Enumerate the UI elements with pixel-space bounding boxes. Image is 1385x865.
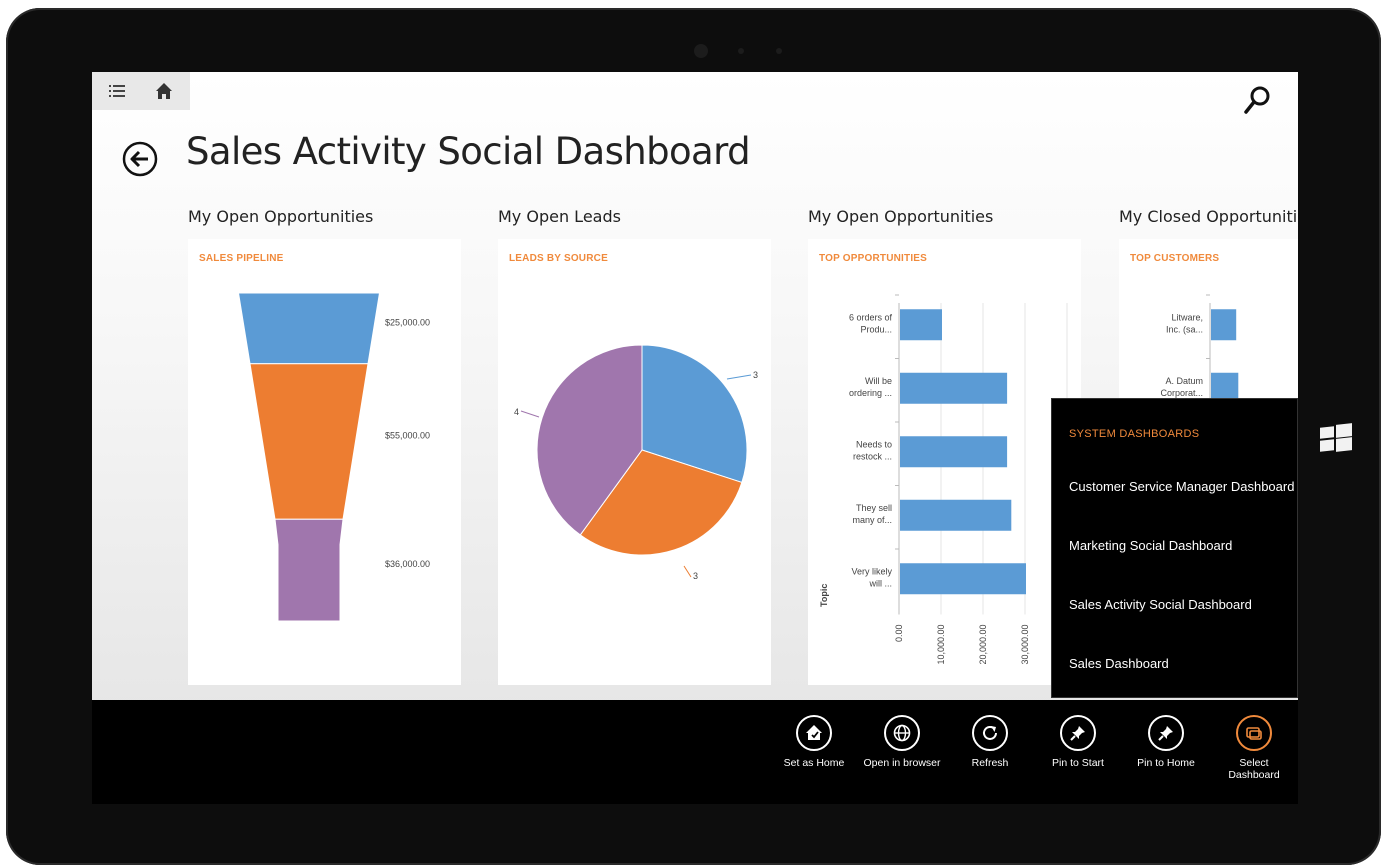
flyout-item-sales-dashboard[interactable]: Sales Dashboard [1069, 656, 1169, 671]
app-screen: Sales Activity Social Dashboard My Open … [92, 72, 1298, 804]
set-as-home-button[interactable]: Set as Home [774, 715, 854, 769]
section-title-open-opportunities[interactable]: My Open Opportunities [188, 207, 373, 226]
pin-to-home-button[interactable]: Pin to Home [1126, 715, 1206, 769]
funnel-stage [237, 292, 381, 365]
bar [900, 563, 1026, 595]
funnel-data-label: $36,000.00 [385, 559, 430, 569]
y-tick-label: Needs to [856, 439, 892, 449]
y-tick-label: A. Datum [1165, 376, 1203, 386]
y-tick-label: many of... [852, 515, 892, 525]
pin-icon [1148, 715, 1184, 751]
y-tick-label: Inc. (sa... [1166, 324, 1203, 334]
pie-data-label: 4 [514, 407, 519, 417]
sensor-icon [776, 48, 782, 54]
bar [1211, 309, 1237, 341]
flyout-item-customer-service[interactable]: Customer Service Manager Dashboard [1069, 479, 1294, 494]
button-label: Pin to Start [1052, 757, 1104, 769]
button-label: Refresh [971, 757, 1009, 769]
open-in-browser-button[interactable]: Open in browser [862, 715, 942, 769]
bar [900, 436, 1008, 468]
y-tick-label: Will be [865, 376, 892, 386]
y-tick-label: Produ... [860, 324, 892, 334]
x-tick-label: 0.00 [894, 625, 904, 643]
button-label: Select Dashboard [1228, 757, 1280, 781]
pin-to-start-button[interactable]: Pin to Start [1038, 715, 1118, 769]
bar [900, 372, 1008, 404]
bar-chart: 6 orders of Produ... Will be ordering ... Ne… [819, 294, 1068, 665]
section-title-closed-opportunities[interactable]: My Closed Opportunities [1119, 207, 1298, 226]
funnel-data-label: $25,000.00 [385, 317, 430, 327]
x-tick-label: 10,000.00 [936, 625, 946, 665]
app-bar: Set as Home Open in browser Refresh Pin … [92, 700, 1298, 804]
flyout-header: SYSTEM DASHBOARDS [1069, 428, 1200, 440]
pie-data-label: 3 [753, 370, 758, 380]
funnel-data-label: $55,000.00 [385, 430, 430, 440]
top-nav-strip [92, 72, 190, 110]
dashboard-flyout: SYSTEM DASHBOARDS Customer Service Manag… [1051, 398, 1298, 698]
funnel-stage [249, 363, 369, 520]
flyout-item-marketing-social[interactable]: Marketing Social Dashboard [1069, 538, 1232, 553]
x-tick-label: 20,000.00 [978, 625, 988, 665]
pin-icon [1060, 715, 1096, 751]
bar [900, 499, 1012, 531]
globe-icon [884, 715, 920, 751]
search-icon[interactable] [1242, 84, 1272, 118]
camera-icon [694, 44, 708, 58]
refresh-button[interactable]: Refresh [950, 715, 1030, 769]
sensor-icon [738, 48, 744, 54]
back-arrow-icon[interactable] [122, 141, 158, 177]
section-title-open-opportunities-2[interactable]: My Open Opportunities [808, 207, 993, 226]
refresh-icon [972, 715, 1008, 751]
y-tick-label: Very likely [851, 566, 892, 576]
pie-data-label: 3 [693, 571, 698, 581]
funnel-chart: $25,000.00 $55,000.00 $36,000.00 [237, 292, 430, 622]
y-tick-label: ordering ... [849, 388, 892, 398]
y-tick-label: Litware, [1171, 312, 1203, 322]
y-axis-title: Topic [819, 584, 829, 607]
pie-leader-line [520, 410, 540, 418]
home-icon[interactable] [147, 72, 181, 110]
section-title-open-leads[interactable]: My Open Leads [498, 207, 621, 226]
button-label: Open in browser [863, 757, 941, 769]
button-label: Pin to Home [1137, 757, 1195, 769]
top-opportunities-card[interactable]: TOP OPPORTUNITIES 6 orders of Produ... Wil… [808, 239, 1081, 685]
sales-pipeline-card[interactable]: SALES PIPELINE $25,000.00 $55,000.00 $36,0… [188, 239, 461, 685]
y-tick-label: They sell [856, 503, 892, 513]
button-label: Set as Home [783, 757, 845, 769]
select-dashboard-button[interactable]: Select Dashboard [1214, 715, 1294, 781]
y-tick-label: 6 orders of [849, 312, 893, 322]
select-dashboard-icon [1236, 715, 1272, 751]
funnel-stage [274, 518, 344, 622]
flyout-item-sales-activity-social[interactable]: Sales Activity Social Dashboard [1069, 597, 1252, 612]
pie-leader-line [683, 565, 692, 578]
leads-by-source-card[interactable]: LEADS BY SOURCE 334 [498, 239, 771, 685]
pie-chart: 3 3 4 [514, 344, 758, 581]
y-tick-label: Corporat... [1160, 388, 1203, 398]
set-home-icon [796, 715, 832, 751]
y-tick-label: restock ... [853, 451, 892, 461]
x-tick-label: 30,000.00 [1020, 625, 1030, 665]
page-title: Sales Activity Social Dashboard [186, 130, 751, 173]
pie-leader-line [726, 374, 752, 380]
bar [900, 309, 942, 341]
list-icon[interactable] [100, 72, 134, 110]
y-tick-label: will ... [869, 578, 893, 588]
windows-logo-icon[interactable] [1320, 423, 1352, 452]
